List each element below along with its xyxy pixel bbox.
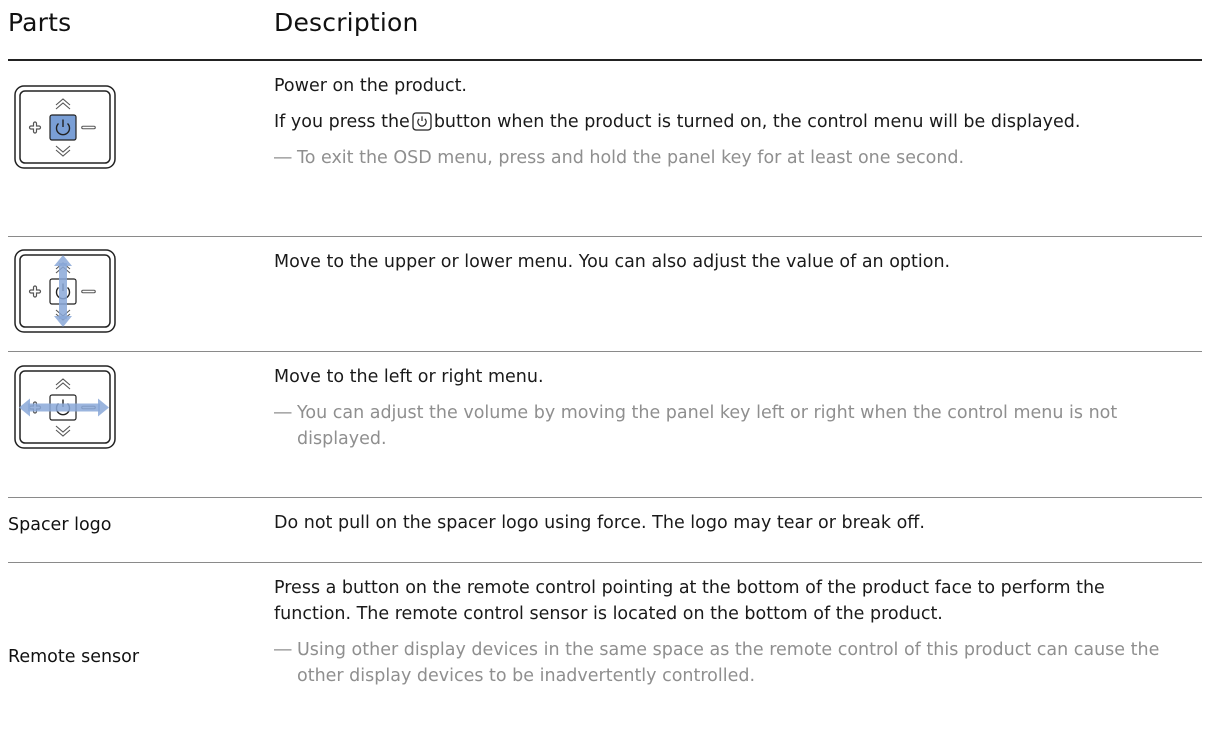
remote-sensor-label: Remote sensor (8, 647, 140, 667)
panel-key-up-down-icon (14, 249, 116, 333)
parts-cell (8, 352, 268, 497)
note-text: ― Using other display devices in the same… (274, 637, 1174, 689)
panel-key-left-right-icon (14, 365, 116, 449)
note-content: Using other display devices in the same … (297, 640, 1160, 686)
parts-cell (8, 61, 268, 236)
description-cell: Move to the left or right menu. ― You can… (274, 364, 1174, 452)
table-header: Parts Description (8, 0, 1202, 61)
description-text: Move to the upper or lower menu. You can… (274, 252, 951, 272)
power-button-icon (412, 112, 432, 131)
description-text-part: button when the product is turned on, th… (433, 112, 1081, 132)
description-column-header: Description (274, 8, 419, 37)
description-cell: Do not pull on the spacer logo using for… (274, 510, 1174, 546)
table-row: Spacer logo Do not pull on the spacer lo… (8, 498, 1202, 563)
note-marker: ― (274, 403, 292, 423)
parts-cell: Spacer logo (8, 498, 268, 562)
description-cell: Move to the upper or lower menu. You can… (274, 249, 1174, 285)
table-row: Move to the left or right menu. ― You can… (8, 352, 1202, 498)
note-content: You can adjust the volume by moving the … (297, 403, 1118, 449)
description-text: Press a button on the remote control poi… (274, 578, 1105, 624)
description-text: Move to the left or right menu. (274, 367, 544, 387)
table-row: Remote sensor Press a button on the remo… (8, 563, 1202, 755)
note-marker: ― (274, 640, 292, 660)
panel-key-center-press-icon (14, 85, 116, 169)
note-marker: ― (274, 148, 292, 168)
parts-cell (8, 237, 268, 351)
table-row: Move to the upper or lower menu. You can… (8, 237, 1202, 352)
description-text: If you press the button when the product … (274, 109, 1174, 135)
note-text: ― You can adjust the volume by moving the… (274, 400, 1174, 452)
description-text-part: If you press the (274, 112, 410, 132)
description-cell: Power on the product. If you press the bu… (274, 73, 1174, 171)
note-text: ― To exit the OSD menu, press and hold th… (274, 145, 1174, 171)
description-text: Do not pull on the spacer logo using for… (274, 513, 925, 533)
parts-cell: Remote sensor (8, 563, 268, 755)
spacer-logo-label: Spacer logo (8, 515, 112, 535)
parts-column-header: Parts (8, 8, 72, 37)
description-cell: Press a button on the remote control poi… (274, 575, 1174, 689)
note-content: To exit the OSD menu, press and hold the… (297, 148, 965, 168)
table-row: Power on the product. If you press the bu… (8, 61, 1202, 237)
description-text: Power on the product. (274, 76, 467, 96)
